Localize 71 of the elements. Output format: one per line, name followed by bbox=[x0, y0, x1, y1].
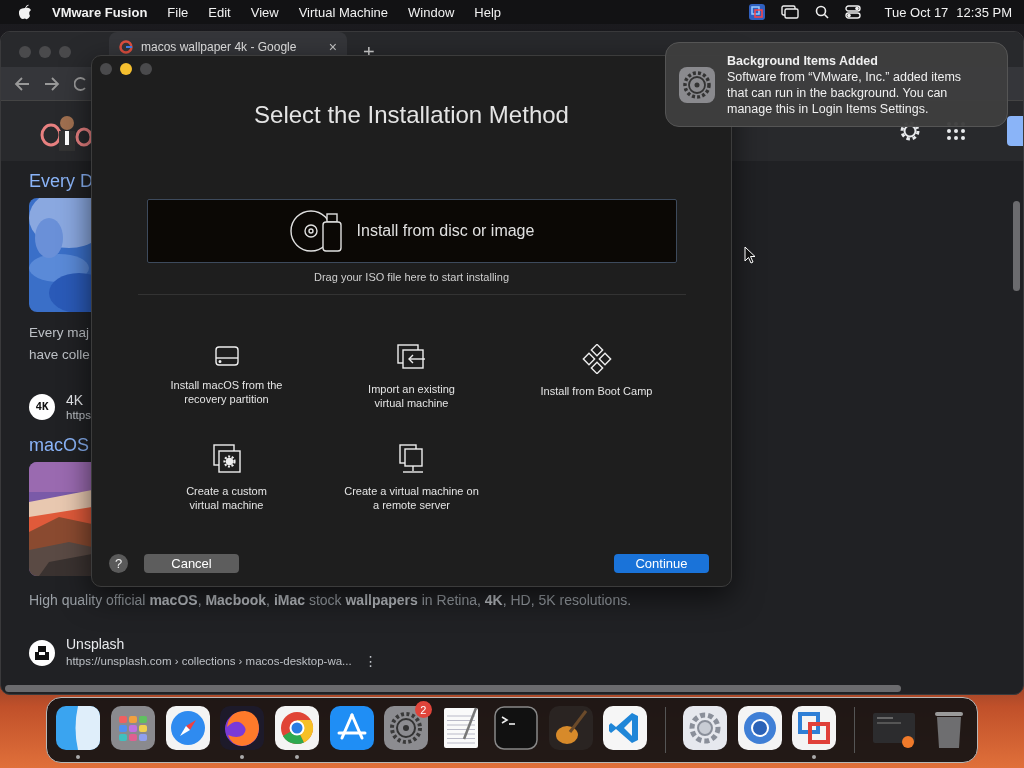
menu-item[interactable]: File bbox=[157, 4, 199, 20]
terminal-icon[interactable] bbox=[492, 705, 539, 751]
flame-globe-icon[interactable] bbox=[219, 705, 266, 751]
site-name[interactable]: Unsplash bbox=[66, 636, 378, 652]
diamonds-icon bbox=[581, 344, 612, 374]
result-snippet: have colle bbox=[29, 346, 90, 364]
import-icon bbox=[396, 344, 427, 372]
search-icon[interactable] bbox=[814, 5, 829, 19]
install-from-disc-button[interactable]: Install from disc or image bbox=[146, 199, 677, 263]
help-button[interactable]: ? bbox=[109, 554, 128, 573]
app-menu[interactable]: VMware Fusion bbox=[42, 4, 158, 20]
site-logo-icon bbox=[29, 639, 55, 666]
network-window-icon bbox=[398, 444, 425, 474]
drag-hint: Drag your ISO file here to start installing bbox=[314, 271, 509, 283]
cog-icon[interactable] bbox=[681, 705, 728, 751]
ring-icon[interactable] bbox=[736, 705, 783, 751]
menu-item[interactable]: Virtual Machine bbox=[288, 4, 399, 20]
result-snippet: Every maj bbox=[29, 324, 89, 342]
gear-icon bbox=[678, 65, 716, 104]
compass-icon[interactable] bbox=[164, 705, 211, 751]
site-url: https://unsplash.com › collections › macos-desktop-wa... bbox=[66, 655, 352, 667]
tricolor-ring-icon[interactable] bbox=[274, 705, 321, 751]
running-indicator bbox=[295, 755, 300, 759]
gear-window-icon bbox=[212, 444, 241, 474]
reload-icon[interactable] bbox=[74, 76, 86, 91]
install-option[interactable]: Install from Boot Camp bbox=[504, 344, 689, 410]
site-logo: 4K bbox=[29, 393, 55, 420]
menu-item[interactable]: Edit bbox=[198, 4, 241, 20]
toggles-icon[interactable] bbox=[844, 5, 861, 19]
scrollbar-thumb[interactable] bbox=[1013, 201, 1020, 291]
gear-icon[interactable] bbox=[383, 705, 430, 751]
result-snippet: High quality official macOS, Macbook, iMac stock wallpapers in Retina, 4K, HD, 5K resolutions. bbox=[29, 592, 632, 608]
grid-icon[interactable] bbox=[110, 705, 157, 751]
mouse-pointer-icon bbox=[744, 246, 756, 264]
install-option[interactable]: Create a custom virtual machine bbox=[134, 444, 319, 512]
menu-item[interactable]: View bbox=[240, 4, 289, 20]
overlapping-squares-icon[interactable] bbox=[748, 4, 765, 20]
install-option[interactable]: Install macOS from the recovery partition bbox=[134, 344, 319, 410]
site-url: https bbox=[66, 409, 91, 421]
screen-mirroring-icon[interactable] bbox=[780, 5, 799, 19]
tab-close-button[interactable]: × bbox=[328, 39, 337, 55]
drive-icon bbox=[213, 344, 240, 368]
more-button[interactable]: ⋮ bbox=[363, 653, 378, 669]
split-square-icon[interactable] bbox=[55, 705, 102, 751]
notification-body: Software from “VMware, Inc.” added items that can run in the background. You can manage this in Login Items Settings. bbox=[727, 68, 962, 117]
install-option[interactable]: Import an existing virtual machine bbox=[319, 344, 504, 410]
running-indicator bbox=[240, 755, 245, 759]
menu-item[interactable]: Window bbox=[398, 4, 465, 20]
notification-title: Background Items Added bbox=[727, 52, 879, 69]
menu-item[interactable]: Help bbox=[464, 4, 512, 20]
install-option[interactable]: Create a virtual machine on a remote server bbox=[319, 444, 504, 512]
menu-clock[interactable]: 12:35 PM bbox=[956, 4, 1012, 20]
minimize-button[interactable] bbox=[120, 63, 132, 75]
notification-card[interactable]: Background Items Added Software from “VMware, Inc.” added items that can run in the background. You can manage this in Login Items Settings. bbox=[665, 42, 1008, 127]
apple-icon[interactable] bbox=[18, 4, 32, 20]
scrollbar-thumb[interactable] bbox=[5, 685, 901, 692]
dialog-title: Select the Installation Method bbox=[254, 101, 569, 129]
back-icon[interactable] bbox=[14, 76, 30, 91]
result-title[interactable]: macOS bbox=[29, 435, 89, 456]
running-indicator bbox=[76, 755, 81, 759]
site-name[interactable]: 4K bbox=[66, 392, 91, 408]
cancel-button[interactable]: Cancel bbox=[144, 554, 239, 573]
g-logo-icon bbox=[119, 40, 133, 54]
ribbon-icon[interactable] bbox=[602, 705, 649, 751]
guitar-icon[interactable] bbox=[547, 705, 594, 751]
continue-button[interactable]: Continue bbox=[614, 554, 709, 573]
overlapping-squares-icon[interactable] bbox=[791, 705, 838, 751]
running-indicator bbox=[812, 755, 817, 759]
menu-date[interactable]: Tue Oct 17 bbox=[884, 4, 949, 20]
forward-icon[interactable] bbox=[44, 76, 60, 91]
disc-and-usb-icon bbox=[288, 209, 345, 253]
